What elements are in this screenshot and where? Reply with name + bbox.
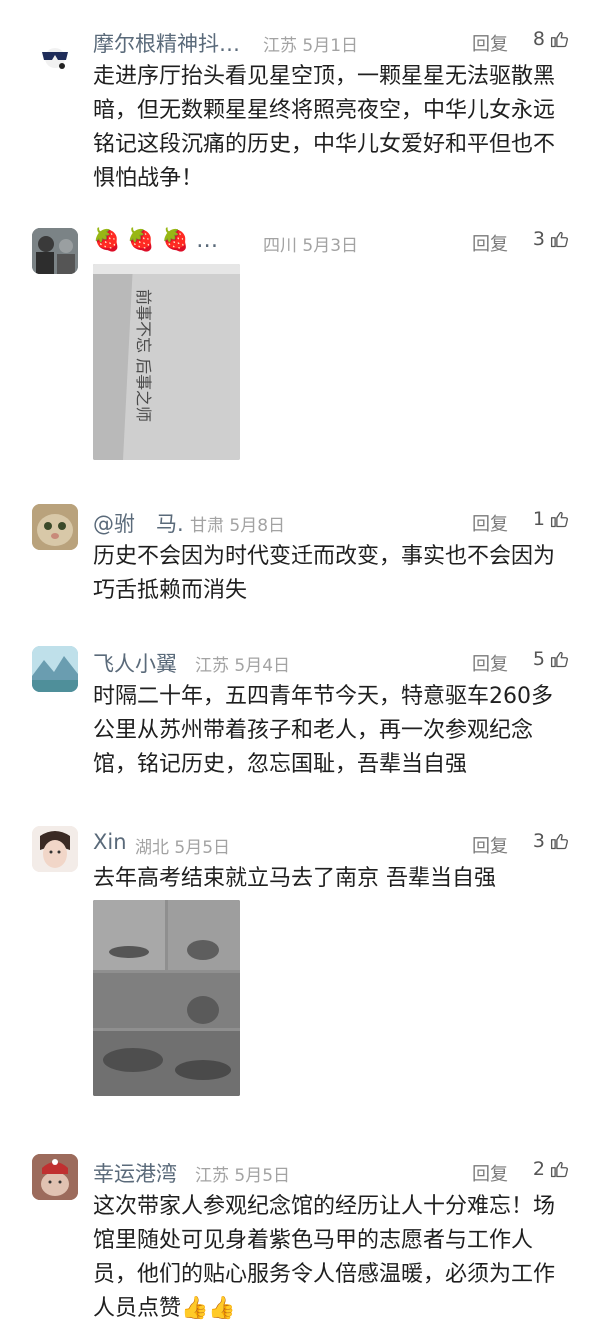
comment-author[interactable]: 摩尔根精神抖… xyxy=(93,28,240,58)
avatar[interactable] xyxy=(32,228,78,274)
like-count: 3 xyxy=(532,830,545,852)
comment-text: 走进序厅抬头看见星空顶，一颗星星无法驱散黑暗，但无数颗星星终将照亮夜空，中华儿女… xyxy=(93,64,556,191)
reply-button[interactable]: 回复 xyxy=(472,1160,508,1186)
comment-meta: 甘肃 5月8日 xyxy=(190,511,285,536)
like-count: 2 xyxy=(532,1158,545,1180)
avatar[interactable] xyxy=(32,826,78,872)
thumbs-up-icon xyxy=(550,1161,568,1177)
thumbs-up-icon xyxy=(550,511,568,527)
like-button[interactable]: 8 xyxy=(533,28,570,50)
comment-item: 🍓 🍓 🍓 … 四川 5月3日 回复 3 前事不忘 后事之师 xyxy=(0,228,600,468)
comment-meta: 湖北 5月5日 xyxy=(135,833,230,858)
comment-author[interactable]: 幸运港湾 xyxy=(93,1158,177,1188)
comment-text: 这次带家人参观纪念馆的经历让人十分难忘！场馆里随处可见身着紫色马甲的志愿者与工作… xyxy=(93,1194,556,1321)
comment-photo[interactable]: 前事不忘 后事之师 xyxy=(93,264,240,460)
comment-author[interactable]: 飞人小翼 xyxy=(93,648,177,678)
comment-location: 湖北 xyxy=(135,838,169,858)
comment-item: 幸运港湾 江苏 5月5日 回复 2 这次带家人参观纪念馆的经历让人十分难忘！场馆… xyxy=(0,1154,600,1328)
comment-text: 去年高考结束就立马去了南京 吾辈当自强 xyxy=(93,866,496,891)
comment-location: 江苏 xyxy=(195,1166,229,1186)
comment-author[interactable]: @驸 马. xyxy=(93,508,184,538)
like-button[interactable]: 1 xyxy=(533,508,570,530)
reply-button[interactable]: 回复 xyxy=(472,230,508,256)
thumbs-up-icon xyxy=(550,833,568,849)
avatar[interactable] xyxy=(32,646,78,692)
comment-meta: 江苏 5月4日 xyxy=(195,651,290,676)
like-count: 5 xyxy=(532,648,545,670)
comment-text: 历史不会因为时代变迁而改变，事实也不会因为巧舌抵赖而消失 xyxy=(93,544,556,603)
comment-location: 四川 xyxy=(263,236,297,256)
comment-date: 5月1日 xyxy=(302,36,359,56)
avatar[interactable] xyxy=(32,504,78,550)
comment-date: 5月8日 xyxy=(229,516,286,536)
like-count: 1 xyxy=(532,508,545,530)
comment-author[interactable]: Xin xyxy=(93,830,127,854)
comment-item: Xin 湖北 5月5日 回复 3 去年高考结束就立马去了南京 吾辈当自强 xyxy=(0,826,600,1100)
comment-meta: 江苏 5月5日 xyxy=(195,1161,290,1186)
comment-author[interactable]: 🍓 🍓 🍓 … xyxy=(93,228,218,253)
reply-button[interactable]: 回复 xyxy=(472,30,508,56)
thumbs-up-icon xyxy=(550,31,568,47)
comment-item: 飞人小翼 江苏 5月4日 回复 5 时隔二十年，五四青年节今天，特意驱车260多… xyxy=(0,646,600,788)
comment-photo[interactable] xyxy=(93,900,240,1096)
like-count: 8 xyxy=(532,28,545,50)
like-button[interactable]: 2 xyxy=(533,1158,570,1180)
comment-text: 时隔二十年，五四青年节今天，特意驱车260多公里从苏州带着孩子和老人，再一次参观… xyxy=(93,684,553,777)
comment-meta: 江苏 5月1日 xyxy=(263,31,358,56)
comment-date: 5月5日 xyxy=(234,1166,291,1186)
comment-location: 甘肃 xyxy=(190,516,224,536)
comment-date: 5月4日 xyxy=(234,656,291,676)
like-button[interactable]: 3 xyxy=(533,830,570,852)
thumbs-up-icon xyxy=(550,651,568,667)
like-button[interactable]: 3 xyxy=(533,228,570,250)
comment-date: 5月3日 xyxy=(302,236,359,256)
comment-location: 江苏 xyxy=(195,656,229,676)
comment-meta: 四川 5月3日 xyxy=(263,231,358,256)
comment-item: @驸 马. 甘肃 5月8日 回复 1 历史不会因为时代变迁而改变，事实也不会因为… xyxy=(0,504,600,618)
comment-item: 摩尔根精神抖… 江苏 5月1日 回复 8 走进序厅抬头看见星空顶，一颗星星无法驱… xyxy=(0,28,600,198)
like-count: 3 xyxy=(532,228,545,250)
comment-location: 江苏 xyxy=(263,36,297,56)
reply-button[interactable]: 回复 xyxy=(472,832,508,858)
reply-button[interactable]: 回复 xyxy=(472,650,508,676)
avatar[interactable] xyxy=(32,32,78,78)
avatar[interactable] xyxy=(32,1154,78,1200)
reply-button[interactable]: 回复 xyxy=(472,510,508,536)
like-button[interactable]: 5 xyxy=(533,648,570,670)
comment-date: 5月5日 xyxy=(174,838,231,858)
sign-text: 前事不忘 后事之师 xyxy=(134,289,153,422)
thumbs-up-icon xyxy=(550,231,568,247)
